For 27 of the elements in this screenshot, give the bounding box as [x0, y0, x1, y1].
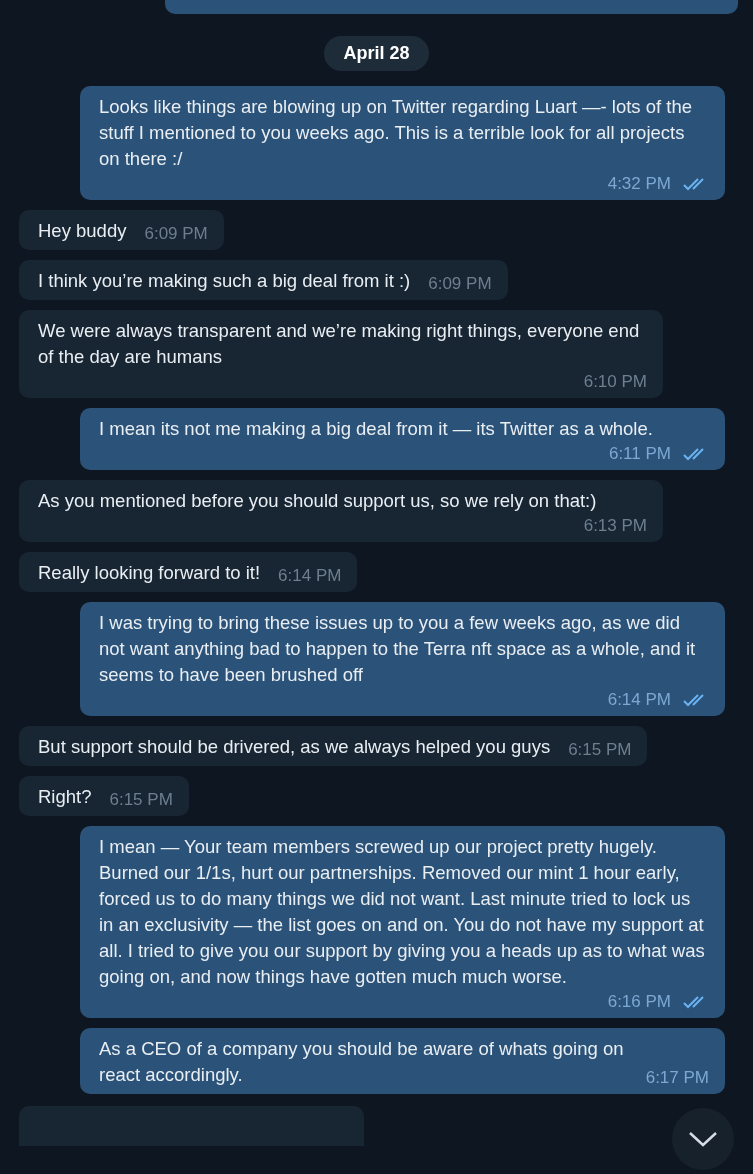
message-time: 6:16 PM — [607, 991, 671, 1013]
message-text: As you mentioned before you should support us, so we rely on that:) — [38, 489, 597, 513]
message-time: 6:11 PM — [608, 443, 671, 465]
message-text: Looks like things are blowing up on Twitter regarding Luart —- lots of the stuff I mentioned to you weeks ago. This is a terrible look for all projects on there :/ — [99, 95, 693, 171]
message-text: I was trying to bring these issues up to you a few weeks ago, as we did not want anything bad to happen to the Terra nft space as a whole, and it seems to have been brushed off — [99, 611, 697, 687]
message-text: But support should be drivered, as we always helped you guys — [38, 735, 551, 759]
message-time: 6:15 PM — [109, 789, 173, 811]
message-time: 6:17 PM — [645, 1067, 709, 1089]
message-time: 6:14 PM — [607, 689, 671, 711]
message-text: I mean — Your team members screwed up our project pretty hugely. Burned our 1/1s, hurt our partnerships. Removed our mint 1 hour early, forced us to do many things we did not want. Last minute tried to lock us in an exclusivity — the list goes on and on. You do not have my support at all. I tried to give you our support by giving you a heads up as to what was going on, and now things have gotten much much worse. — [99, 835, 706, 989]
message-time: 6:10 PM — [583, 371, 647, 393]
message-text: Really looking forward to it! — [38, 561, 261, 585]
message-text: Hey buddy — [38, 219, 127, 243]
message-text: We were always transparent and we’re making right things, everyone end of the day are humans — [38, 319, 641, 369]
message-time: 6:09 PM — [144, 223, 208, 245]
message-text: I think you’re making such a big deal from it :) — [38, 269, 411, 293]
message-time: 6:09 PM — [428, 273, 492, 295]
chevron-down-icon — [688, 1131, 718, 1147]
message-text: I mean its not me making a big deal from it — its Twitter as a whole. — [99, 417, 653, 441]
message-time: 6:15 PM — [568, 739, 632, 761]
date-label: April 28 — [324, 36, 429, 71]
message-text: Right? — [38, 785, 92, 809]
message-time: 4:32 PM — [607, 173, 671, 195]
message-text: As a CEO of a company you should be aware of whats going on — [99, 1037, 624, 1061]
message-time: 6:13 PM — [583, 515, 647, 537]
message-text: react accordingly. — [99, 1063, 244, 1087]
message-time: 6:14 PM — [278, 565, 342, 587]
